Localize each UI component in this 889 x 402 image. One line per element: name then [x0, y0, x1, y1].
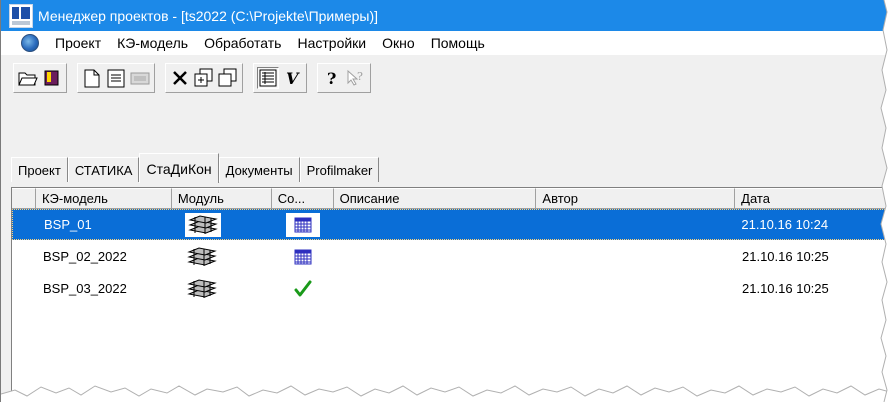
cell-date: 21.10.16 10:25 — [742, 249, 829, 264]
stack-layers-icon — [184, 277, 220, 301]
cell-model-name: BSP_01 — [44, 217, 92, 232]
table-row[interactable]: BSP_01 21.10.16 10:24 — [12, 209, 889, 240]
model-list[interactable]: КЭ-модель Модуль Со... Описание Автор Да… — [11, 187, 889, 402]
book-icon[interactable] — [41, 67, 63, 89]
cell-model-name: BSP_03_2022 — [43, 281, 127, 296]
grid-table-icon — [286, 245, 320, 269]
toolbar-group-file — [13, 63, 67, 93]
project-manager-window: Менеджер проектов - [ts2022 (C:\Projekte… — [0, 0, 889, 402]
new-document-icon[interactable] — [81, 67, 103, 89]
app-logo-icon — [9, 3, 33, 28]
list-view-icon[interactable] — [257, 67, 279, 89]
column-header-module[interactable]: Модуль — [171, 188, 272, 209]
tab-documents[interactable]: Документы — [218, 157, 300, 182]
menu-bar: Проект КЭ-модель Обработать Настройки Ок… — [1, 31, 889, 55]
grid-table-icon — [286, 212, 321, 237]
delete-icon[interactable] — [169, 67, 191, 89]
toolbar-group-view: V — [253, 63, 307, 93]
list-header: КЭ-модель Модуль Со... Описание Автор Да… — [12, 188, 889, 209]
window-title: Менеджер проектов - [ts2022 (C:\Projekte… — [38, 7, 379, 24]
help-icon[interactable]: ? — [321, 67, 343, 89]
tab-project[interactable]: Проект — [11, 157, 68, 182]
svg-text:?: ? — [357, 70, 363, 83]
column-header-status[interactable]: Со... — [271, 188, 334, 209]
cell-description — [334, 241, 537, 272]
cell-date: 21.10.16 10:24 — [741, 217, 829, 232]
duplicate-icon[interactable] — [217, 67, 239, 89]
svg-text:V: V — [286, 69, 300, 87]
title-bar[interactable]: Менеджер проектов - [ts2022 (C:\Projekte… — [1, 0, 889, 31]
italic-v-icon[interactable]: V — [281, 67, 303, 89]
toolbar: V ? ? — [1, 55, 889, 101]
menu-project[interactable]: Проект — [47, 35, 109, 51]
toolbar-group-help: ? ? — [317, 63, 371, 93]
column-header-date[interactable]: Дата — [735, 188, 889, 209]
disabled-keyboard-icon — [129, 67, 151, 89]
checkmark-icon — [286, 277, 320, 301]
tab-statics[interactable]: СТАТИКА — [67, 157, 140, 182]
menu-settings[interactable]: Настройки — [289, 35, 374, 51]
open-folder-icon[interactable] — [17, 67, 39, 89]
column-header-author[interactable]: Автор — [536, 188, 736, 209]
toolbar-group-document — [77, 63, 155, 93]
toolbar-group-edit — [165, 63, 243, 93]
menu-fe-model[interactable]: КЭ-модель — [109, 35, 196, 51]
header-spacer — [12, 188, 36, 209]
stack-layers-icon — [184, 245, 220, 269]
cell-description — [334, 210, 537, 239]
table-row[interactable]: BSP_02_2022 21.10.16 10:25 — [12, 241, 889, 272]
menu-window[interactable]: Окно — [374, 35, 423, 51]
menu-help[interactable]: Помощь — [423, 35, 493, 51]
copy-icon[interactable] — [193, 67, 215, 89]
svg-text:?: ? — [327, 69, 336, 87]
tab-stadikon[interactable]: СтаДиКон — [139, 153, 219, 183]
stack-layers-icon — [184, 212, 221, 237]
menu-process[interactable]: Обработать — [196, 35, 289, 51]
module-tabs: Проект СТАТИКА СтаДиКон Документы Profil… — [11, 152, 380, 183]
system-menu-icon[interactable] — [21, 34, 39, 52]
column-header-fe-model[interactable]: КЭ-модель — [35, 188, 172, 209]
context-help-icon: ? — [345, 67, 367, 89]
cell-description — [334, 273, 537, 304]
properties-icon[interactable] — [105, 67, 127, 89]
cell-author — [537, 273, 736, 304]
cell-author — [537, 241, 736, 272]
column-header-description[interactable]: Описание — [333, 188, 537, 209]
tab-profilmaker[interactable]: Profilmaker — [299, 157, 380, 182]
cell-model-name: BSP_02_2022 — [43, 249, 127, 264]
table-row[interactable]: BSP_03_2022 21.10.16 10:25 — [12, 273, 889, 304]
cell-date: 21.10.16 10:25 — [742, 281, 829, 296]
cell-author — [537, 210, 736, 239]
